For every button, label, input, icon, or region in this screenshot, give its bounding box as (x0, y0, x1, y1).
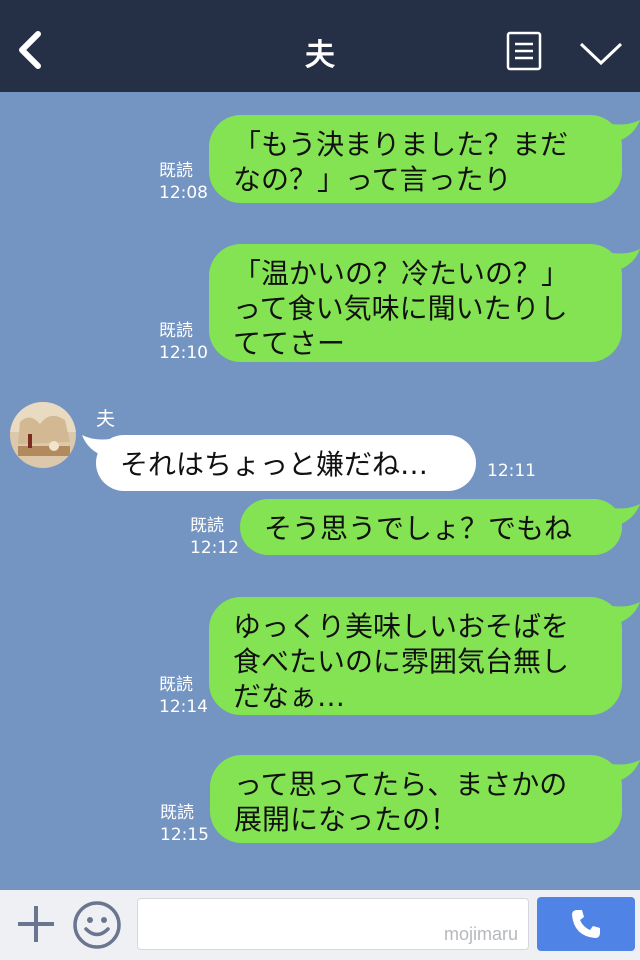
message-text: って思ってたら、まさかの 展開になったの！ (234, 768, 568, 836)
read-receipt: 既読 12:10 (159, 320, 208, 364)
list-icon[interactable] (506, 31, 542, 71)
avatar-photo (10, 402, 76, 468)
read-status: 既読 (190, 516, 224, 536)
smile-icon[interactable] (72, 900, 122, 950)
watermark: mojimaru (443, 924, 518, 944)
sent-message-bubble[interactable]: ゆっくり美味しいおそばを 食べたいのに雰囲気台無し だなぁ… (209, 597, 622, 715)
sent-message-bubble[interactable]: って思ってたら、まさかの 展開になったの！ (210, 755, 622, 843)
read-receipt: 既読 12:08 (159, 160, 208, 204)
chevron-down-icon[interactable] (578, 38, 624, 68)
read-receipt: 既読 12:14 (159, 674, 208, 718)
sent-message-bubble[interactable]: 「もう決まりました？まだ なの？」って言ったり (209, 115, 622, 203)
bubble-tail (612, 504, 640, 526)
call-button[interactable] (537, 897, 635, 951)
read-status: 既読 (160, 803, 194, 823)
chat-header: 夫 (0, 0, 640, 92)
message-time: 12:14 (159, 697, 208, 717)
message-time: 12:10 (159, 343, 208, 363)
received-message-bubble[interactable]: それはちょっと嫌だね… (96, 435, 476, 491)
chat-title: 夫 (305, 38, 335, 73)
read-receipt: 既読 12:15 (160, 802, 209, 846)
bubble-tail (612, 760, 640, 782)
avatar[interactable] (10, 402, 76, 468)
message-text: それはちょっと嫌だね… (120, 448, 429, 481)
message-text: ゆっくり美味しいおそばを 食べたいのに雰囲気台無し だなぁ… (233, 610, 570, 713)
message-input[interactable]: mojimaru (137, 898, 529, 950)
bubble-tail (612, 602, 640, 624)
message-time: 12:12 (190, 538, 239, 558)
read-status: 既読 (159, 161, 193, 181)
message-text: そう思うでしょ？でもね (264, 512, 573, 545)
sent-message-bubble[interactable]: そう思うでしょ？でもね (240, 499, 622, 555)
sent-message-bubble[interactable]: 「温かいの？冷たいの？」 って食い気味に聞いたりし ててさー (209, 244, 622, 362)
message-time: 12:15 (160, 825, 209, 845)
bubble-tail (612, 120, 640, 142)
plus-icon[interactable] (14, 902, 58, 946)
read-status: 既読 (159, 675, 193, 695)
sender-name: 夫 (96, 408, 116, 430)
message-text: 「もう決まりました？まだ なの？」って言ったり (233, 128, 569, 196)
message-text: 「温かいの？冷たいの？」 って食い気味に聞いたりし ててさー (233, 257, 570, 360)
read-status: 既読 (159, 321, 193, 341)
message-time: 12:11 (487, 461, 536, 481)
read-receipt: 既読 12:12 (190, 515, 239, 559)
message-time: 12:08 (159, 183, 208, 203)
phone-icon (572, 910, 600, 938)
bubble-tail (612, 249, 640, 271)
